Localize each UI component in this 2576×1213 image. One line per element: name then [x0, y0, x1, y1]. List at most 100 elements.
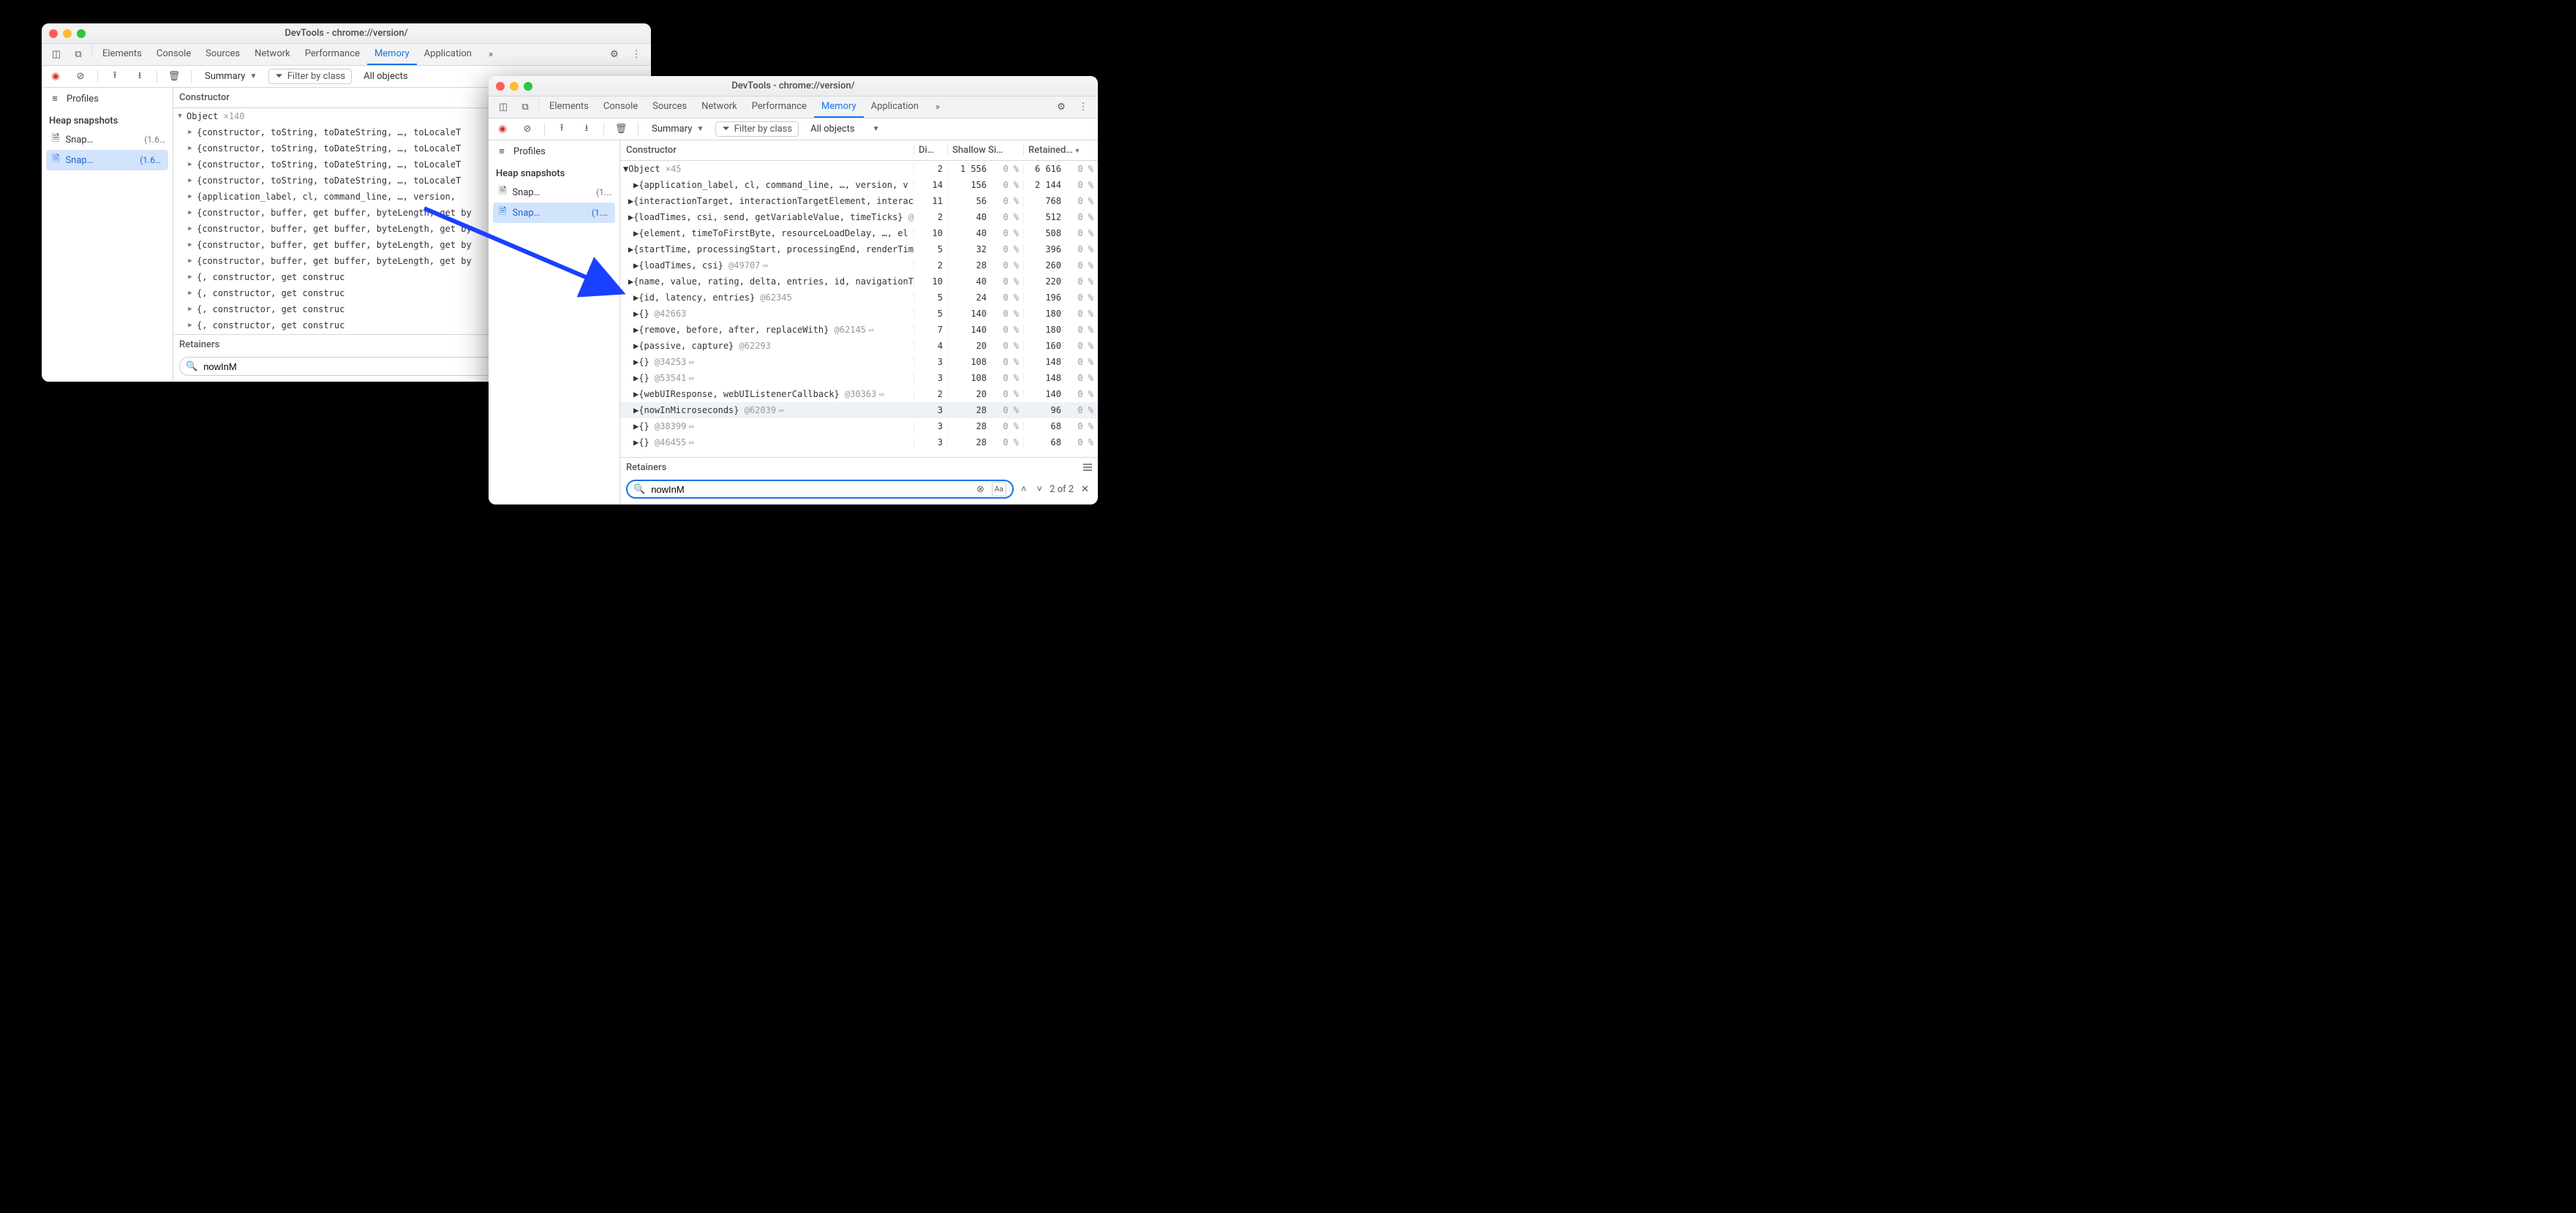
tab-performance[interactable]: Performance [745, 97, 814, 118]
profiles-row[interactable]: ≡ Profiles [42, 88, 173, 110]
tab-console[interactable]: Console [596, 97, 645, 118]
disclosure-closed-icon[interactable]: ▶ [628, 196, 633, 206]
object-row[interactable]: ▶{} @38399▭3280 %680 % [620, 418, 1098, 434]
gc-icon[interactable]: 🗑 [611, 124, 630, 135]
chevron-down-icon[interactable]: ▼ [873, 125, 880, 133]
object-row[interactable]: ▶{} @4266351400 %1800 % [620, 306, 1098, 322]
object-row[interactable]: ▶{id, latency, entries} @623455240 %1960… [620, 290, 1098, 306]
device-icon[interactable]: ⧉ [68, 44, 88, 65]
col-retained[interactable]: Retained…▼ [1023, 145, 1098, 156]
disclosure-closed-icon[interactable]: ▶ [633, 292, 639, 303]
object-row[interactable]: ▶{startTime, processingStart, processing… [620, 241, 1098, 257]
view-dropdown[interactable]: Summary ▼ [199, 69, 263, 83]
prev-match-icon[interactable]: ˄ [1018, 483, 1030, 495]
drag-handle-icon[interactable] [1083, 464, 1092, 471]
close-dot[interactable] [496, 82, 505, 91]
more-tabs-icon[interactable]: » [481, 44, 501, 65]
filter-input[interactable]: ⏷ Filter by class [268, 69, 352, 84]
disclosure-closed-icon[interactable]: ▶ [633, 260, 639, 271]
disclosure-closed-icon[interactable]: ▶ [187, 257, 194, 265]
view-dropdown[interactable]: Summary ▼ [646, 122, 709, 136]
disclosure-closed-icon[interactable]: ▶ [187, 322, 194, 329]
disclosure-closed-icon[interactable]: ▶ [633, 309, 639, 319]
tab-network[interactable]: Network [247, 44, 298, 65]
object-grid[interactable]: ▼ Object ×45 2 1 556 0 % 6 616 0 % ▶{app… [620, 161, 1098, 457]
profiles-row[interactable]: ≡ Profiles [489, 140, 619, 162]
object-row[interactable]: ▶{name, value, rating, delta, entries, i… [620, 273, 1098, 290]
tab-sources[interactable]: Sources [645, 97, 694, 118]
min-dot[interactable] [63, 29, 72, 38]
tab-elements[interactable]: Elements [542, 97, 596, 118]
disclosure-closed-icon[interactable]: ▶ [187, 273, 194, 281]
export-icon[interactable]: ⭱ [552, 121, 571, 137]
disclosure-closed-icon[interactable]: ▶ [187, 161, 194, 168]
filter-input[interactable]: ⏷ Filter by class [715, 121, 799, 137]
match-case-button[interactable]: Aa [992, 482, 1006, 496]
disclosure-closed-icon[interactable]: ▶ [187, 177, 194, 184]
disclosure-closed-icon[interactable]: ▶ [187, 241, 194, 249]
object-row[interactable]: ▶{element, timeToFirstByte, resourceLoad… [620, 225, 1098, 241]
disclosure-closed-icon[interactable]: ▶ [633, 357, 639, 367]
device-icon[interactable]: ⧉ [515, 97, 535, 118]
inspect-icon[interactable]: ◫ [46, 44, 67, 65]
traffic-lights[interactable] [496, 82, 532, 91]
col-shallow[interactable]: Shallow Si… [947, 145, 1023, 156]
close-search-icon[interactable]: ✕ [1078, 484, 1092, 495]
snapshot-item[interactable]: 🗎Snap…(1.6… [42, 129, 173, 150]
disclosure-closed-icon[interactable]: ▶ [187, 145, 194, 152]
search-input[interactable] [649, 483, 972, 496]
scope-dropdown[interactable]: All objects [358, 69, 414, 83]
disclosure-closed-icon[interactable]: ▶ [187, 209, 194, 216]
search-bar[interactable]: 🔍 ⊗ Aa [626, 480, 1014, 499]
snapshot-item[interactable]: 🗎Snap…(1.6… [46, 150, 168, 170]
columns-header[interactable]: Constructor Di… Shallow Si… Retained…▼ [620, 140, 1098, 161]
inspect-icon[interactable]: ◫ [493, 97, 513, 118]
tab-console[interactable]: Console [149, 44, 198, 65]
disclosure-closed-icon[interactable]: ▶ [633, 228, 639, 238]
max-dot[interactable] [77, 29, 86, 38]
object-row[interactable]: ▶{application_label, cl, command_line, …… [620, 177, 1098, 193]
kebab-icon[interactable]: ⋮ [626, 44, 647, 65]
col-distance[interactable]: Di… [914, 145, 947, 156]
col-constructor[interactable]: Constructor [620, 145, 914, 156]
disclosure-closed-icon[interactable]: ▶ [633, 180, 639, 190]
object-row[interactable]: ▶{webUIResponse, webUIListenerCallback} … [620, 386, 1098, 402]
close-dot[interactable] [49, 29, 58, 38]
disclosure-closed-icon[interactable]: ▶ [633, 405, 639, 415]
disclosure-closed-icon[interactable]: ▶ [628, 244, 633, 254]
disclosure-closed-icon[interactable]: ▶ [628, 212, 633, 222]
object-row[interactable]: ▶{loadTimes, csi} @49707▭2280 %2600 % [620, 257, 1098, 273]
disclosure-closed-icon[interactable]: ▶ [633, 389, 639, 399]
object-group[interactable]: ▼ Object ×45 2 1 556 0 % 6 616 0 % [620, 161, 1098, 177]
clear-search-icon[interactable]: ⊗ [976, 484, 984, 495]
settings-icon[interactable]: ⚙ [604, 44, 625, 65]
disclosure-closed-icon[interactable]: ▶ [187, 290, 194, 297]
object-row[interactable]: ▶{} @34253▭31080 %1480 % [620, 354, 1098, 370]
disclosure-closed-icon[interactable]: ▶ [187, 129, 194, 136]
scope-dropdown[interactable]: All objects [805, 122, 861, 136]
disclosure-closed-icon[interactable]: ▶ [187, 306, 194, 313]
disclosure-closed-icon[interactable]: ▶ [633, 325, 639, 335]
object-row[interactable]: ▶{} @53541▭31080 %1480 % [620, 370, 1098, 386]
next-match-icon[interactable]: ˅ [1034, 483, 1046, 495]
import-icon[interactable]: ⭳ [130, 69, 149, 85]
object-row[interactable]: ▶{nowInMicroseconds} @62039▭3280 %960 % [620, 402, 1098, 418]
more-tabs-icon[interactable]: » [927, 97, 948, 118]
disclosure-open-icon[interactable]: ▼ [623, 164, 628, 174]
tab-elements[interactable]: Elements [95, 44, 149, 65]
max-dot[interactable] [524, 82, 532, 91]
record-icon[interactable]: ◉ [46, 71, 65, 82]
tab-performance[interactable]: Performance [298, 44, 367, 65]
kebab-icon[interactable]: ⋮ [1073, 97, 1093, 118]
disclosure-closed-icon[interactable]: ▶ [187, 225, 194, 233]
disclosure-closed-icon[interactable]: ▶ [628, 276, 633, 287]
tab-network[interactable]: Network [694, 97, 745, 118]
min-dot[interactable] [510, 82, 519, 91]
disclosure-closed-icon[interactable]: ▶ [633, 373, 639, 383]
object-row[interactable]: ▶{loadTimes, csi, send, getVariableValue… [620, 209, 1098, 225]
settings-icon[interactable]: ⚙ [1051, 97, 1072, 118]
disclosure-closed-icon[interactable]: ▶ [633, 341, 639, 351]
tab-application[interactable]: Application [417, 44, 479, 65]
clear-icon[interactable]: ⊘ [71, 71, 90, 82]
object-row[interactable]: ▶{interactionTarget, interactionTargetEl… [620, 193, 1098, 209]
